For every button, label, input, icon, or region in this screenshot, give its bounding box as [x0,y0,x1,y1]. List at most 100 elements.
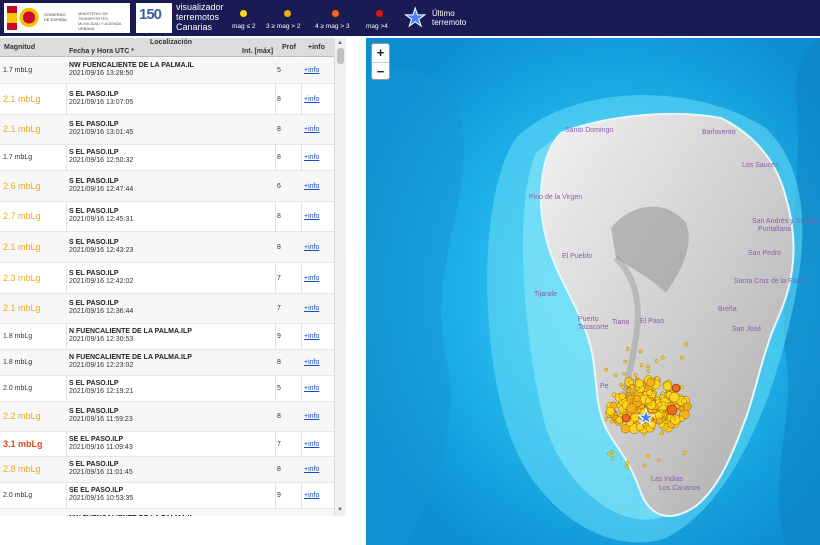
earthquake-marker[interactable] [679,355,684,360]
table-row[interactable]: 1.7 mbLg NW FUENCALIENTE DE LA PALMA.IL 20… [0,57,334,84]
column-header-depth[interactable]: Prof [282,44,296,51]
last-earthquake-marker[interactable]: ★ [637,405,656,430]
earthquake-marker[interactable] [664,402,669,407]
earthquake-marker[interactable] [662,381,673,391]
earthquake-marker[interactable] [625,346,630,351]
earthquake-marker[interactable] [646,377,656,387]
info-link[interactable]: +info [304,492,319,499]
table-row[interactable]: 2.1 mbLg S EL PASO.ILP 2021/09/16 12:43:23… [0,232,334,263]
info-link[interactable]: +info [304,275,319,282]
info-link[interactable]: +info [304,244,319,251]
table-row[interactable]: 1.8 mbLg N FUENCALIENTE DE LA PALMA.ILP 20… [0,324,334,350]
info-link[interactable]: +info [304,385,319,392]
earthquake-marker[interactable] [683,451,687,455]
earthquake-marker[interactable] [625,461,629,465]
earthquake-marker[interactable] [655,417,663,425]
earthquake-marker[interactable] [628,379,635,386]
earthquake-marker[interactable] [645,454,650,458]
table-row[interactable]: 2.7 mbLg S EL PASO.ILP 2021/09/16 12:45:31… [0,202,334,232]
earthquake-marker[interactable] [610,456,615,460]
earthquake-marker[interactable] [604,417,609,421]
earthquake-marker[interactable] [633,373,638,377]
earthquake-marker[interactable] [625,387,632,394]
earthquake-marker[interactable] [621,413,631,423]
info-link[interactable]: +info [304,305,319,312]
earthquake-marker[interactable] [683,402,692,411]
column-header-location[interactable]: Localización [150,39,192,46]
earthquake-marker[interactable] [659,431,664,436]
earthquake-marker[interactable] [618,382,623,387]
earthquake-marker[interactable] [634,378,644,388]
table-row[interactable]: 2.3 mbLg S EL PASO.ILP 2021/09/16 12:42:02… [0,263,334,294]
earthquake-marker[interactable] [605,406,615,416]
earthquake-marker[interactable] [666,404,678,416]
earthquake-marker[interactable] [684,342,688,346]
table-row[interactable]: 2.0 mbLg S EL PASO.ILP 2021/09/16 12:19:21… [0,376,334,402]
info-link[interactable]: +info [304,67,319,74]
earthquake-marker[interactable] [604,367,608,372]
earthquake-marker[interactable] [680,384,684,389]
info-link[interactable]: +info [304,466,319,473]
earthquake-marker[interactable] [633,394,641,403]
earthquake-marker[interactable] [626,403,637,414]
earthquake-marker[interactable] [625,464,630,469]
earthquake-marker[interactable] [622,371,626,376]
earthquake-marker[interactable] [646,389,653,396]
earthquake-marker[interactable] [610,450,615,455]
info-link[interactable]: +info [304,441,319,448]
earthquake-marker[interactable] [622,409,627,413]
earthquake-marker[interactable] [656,458,661,463]
zoom-out-button[interactable]: − [372,62,389,79]
table-scrollbar[interactable]: ▲ ▼ [334,38,346,516]
table-row[interactable]: 2.8 mbLg S EL PASO.ILP 2021/09/16 11:01:45… [0,457,334,483]
earthquake-marker[interactable] [679,405,685,411]
info-link[interactable]: +info [304,126,319,133]
earthquake-marker[interactable] [671,383,681,393]
scroll-down-arrow-icon[interactable]: ▼ [337,507,343,513]
earthquake-marker[interactable] [654,358,659,363]
table-row[interactable]: 2.1 mbLg S EL PASO.ILP 2021/09/16 13:01:45… [0,115,334,145]
map-canvas[interactable]: ★ [366,38,820,545]
earthquake-marker[interactable] [657,402,663,408]
earthquake-marker[interactable] [638,349,643,354]
earthquake-marker[interactable] [642,431,647,436]
earthquake-marker[interactable] [615,416,623,424]
scroll-thumb[interactable] [337,48,344,64]
table-row[interactable]: 2.6 mbLg S EL PASO.ILP 2021/09/16 12:47:44… [0,171,334,202]
info-link[interactable]: +info [304,213,319,220]
earthquake-marker[interactable] [669,392,680,403]
table-row[interactable]: 3.1 mbLg SE EL PASO.ILP 2021/09/16 11:09:4… [0,432,334,457]
table-row[interactable]: NW FUENCALIENTE DE LA PALMA.IL [0,509,334,516]
star-icon[interactable]: ★ [637,405,656,430]
info-link[interactable]: +info [304,96,319,103]
scroll-up-arrow-icon[interactable]: ▲ [337,40,343,46]
earthquake-marker[interactable] [609,419,614,424]
column-header-date[interactable]: Fecha y Hora UTC * [69,48,134,55]
earthquake-marker[interactable] [681,397,688,404]
info-link[interactable]: +info [304,359,319,366]
info-link[interactable]: +info [304,154,319,161]
table-row[interactable]: 2.0 mbLg SE EL PASO.ILP 2021/09/16 10:53:3… [0,483,334,509]
earthquake-marker[interactable] [672,416,677,420]
table-row[interactable]: 2.1 mbLg S EL PASO.ILP 2021/09/16 12:36:44… [0,294,334,324]
earthquake-marker[interactable] [646,369,651,373]
earthquake-marker[interactable] [618,392,626,400]
info-link[interactable]: +info [304,333,319,340]
earthquake-marker[interactable] [660,355,665,360]
info-link[interactable]: +info [304,413,319,420]
earthquake-marker[interactable] [613,373,618,378]
earthquake-marker[interactable] [659,409,664,413]
earthquake-marker[interactable] [642,463,647,468]
earthquake-marker[interactable] [646,364,650,369]
table-row[interactable]: 2.1 mbLg S EL PASO.ILP 2021/09/16 13:07:05… [0,84,334,115]
table-row[interactable]: 2.2 mbLg S EL PASO.ILP 2021/09/16 11:59:23… [0,402,334,432]
table-row[interactable]: 1.7 mbLg S EL PASO.ILP 2021/09/16 12:50:32… [0,145,334,171]
column-header-intensity[interactable]: Int. [máx] [242,48,273,55]
map-view[interactable]: ★ Santo Domingo Barlovento Los Sauces Sa… [366,38,820,545]
info-link[interactable]: +info [304,183,319,190]
table-row[interactable]: 1.8 mbLg N FUENCALIENTE DE LA PALMA.ILP 20… [0,350,334,376]
earthquake-marker[interactable] [662,425,667,430]
earthquake-marker[interactable] [639,363,644,367]
column-header-magnitude[interactable]: Magnitud [4,44,35,51]
earthquake-marker[interactable] [607,451,611,456]
